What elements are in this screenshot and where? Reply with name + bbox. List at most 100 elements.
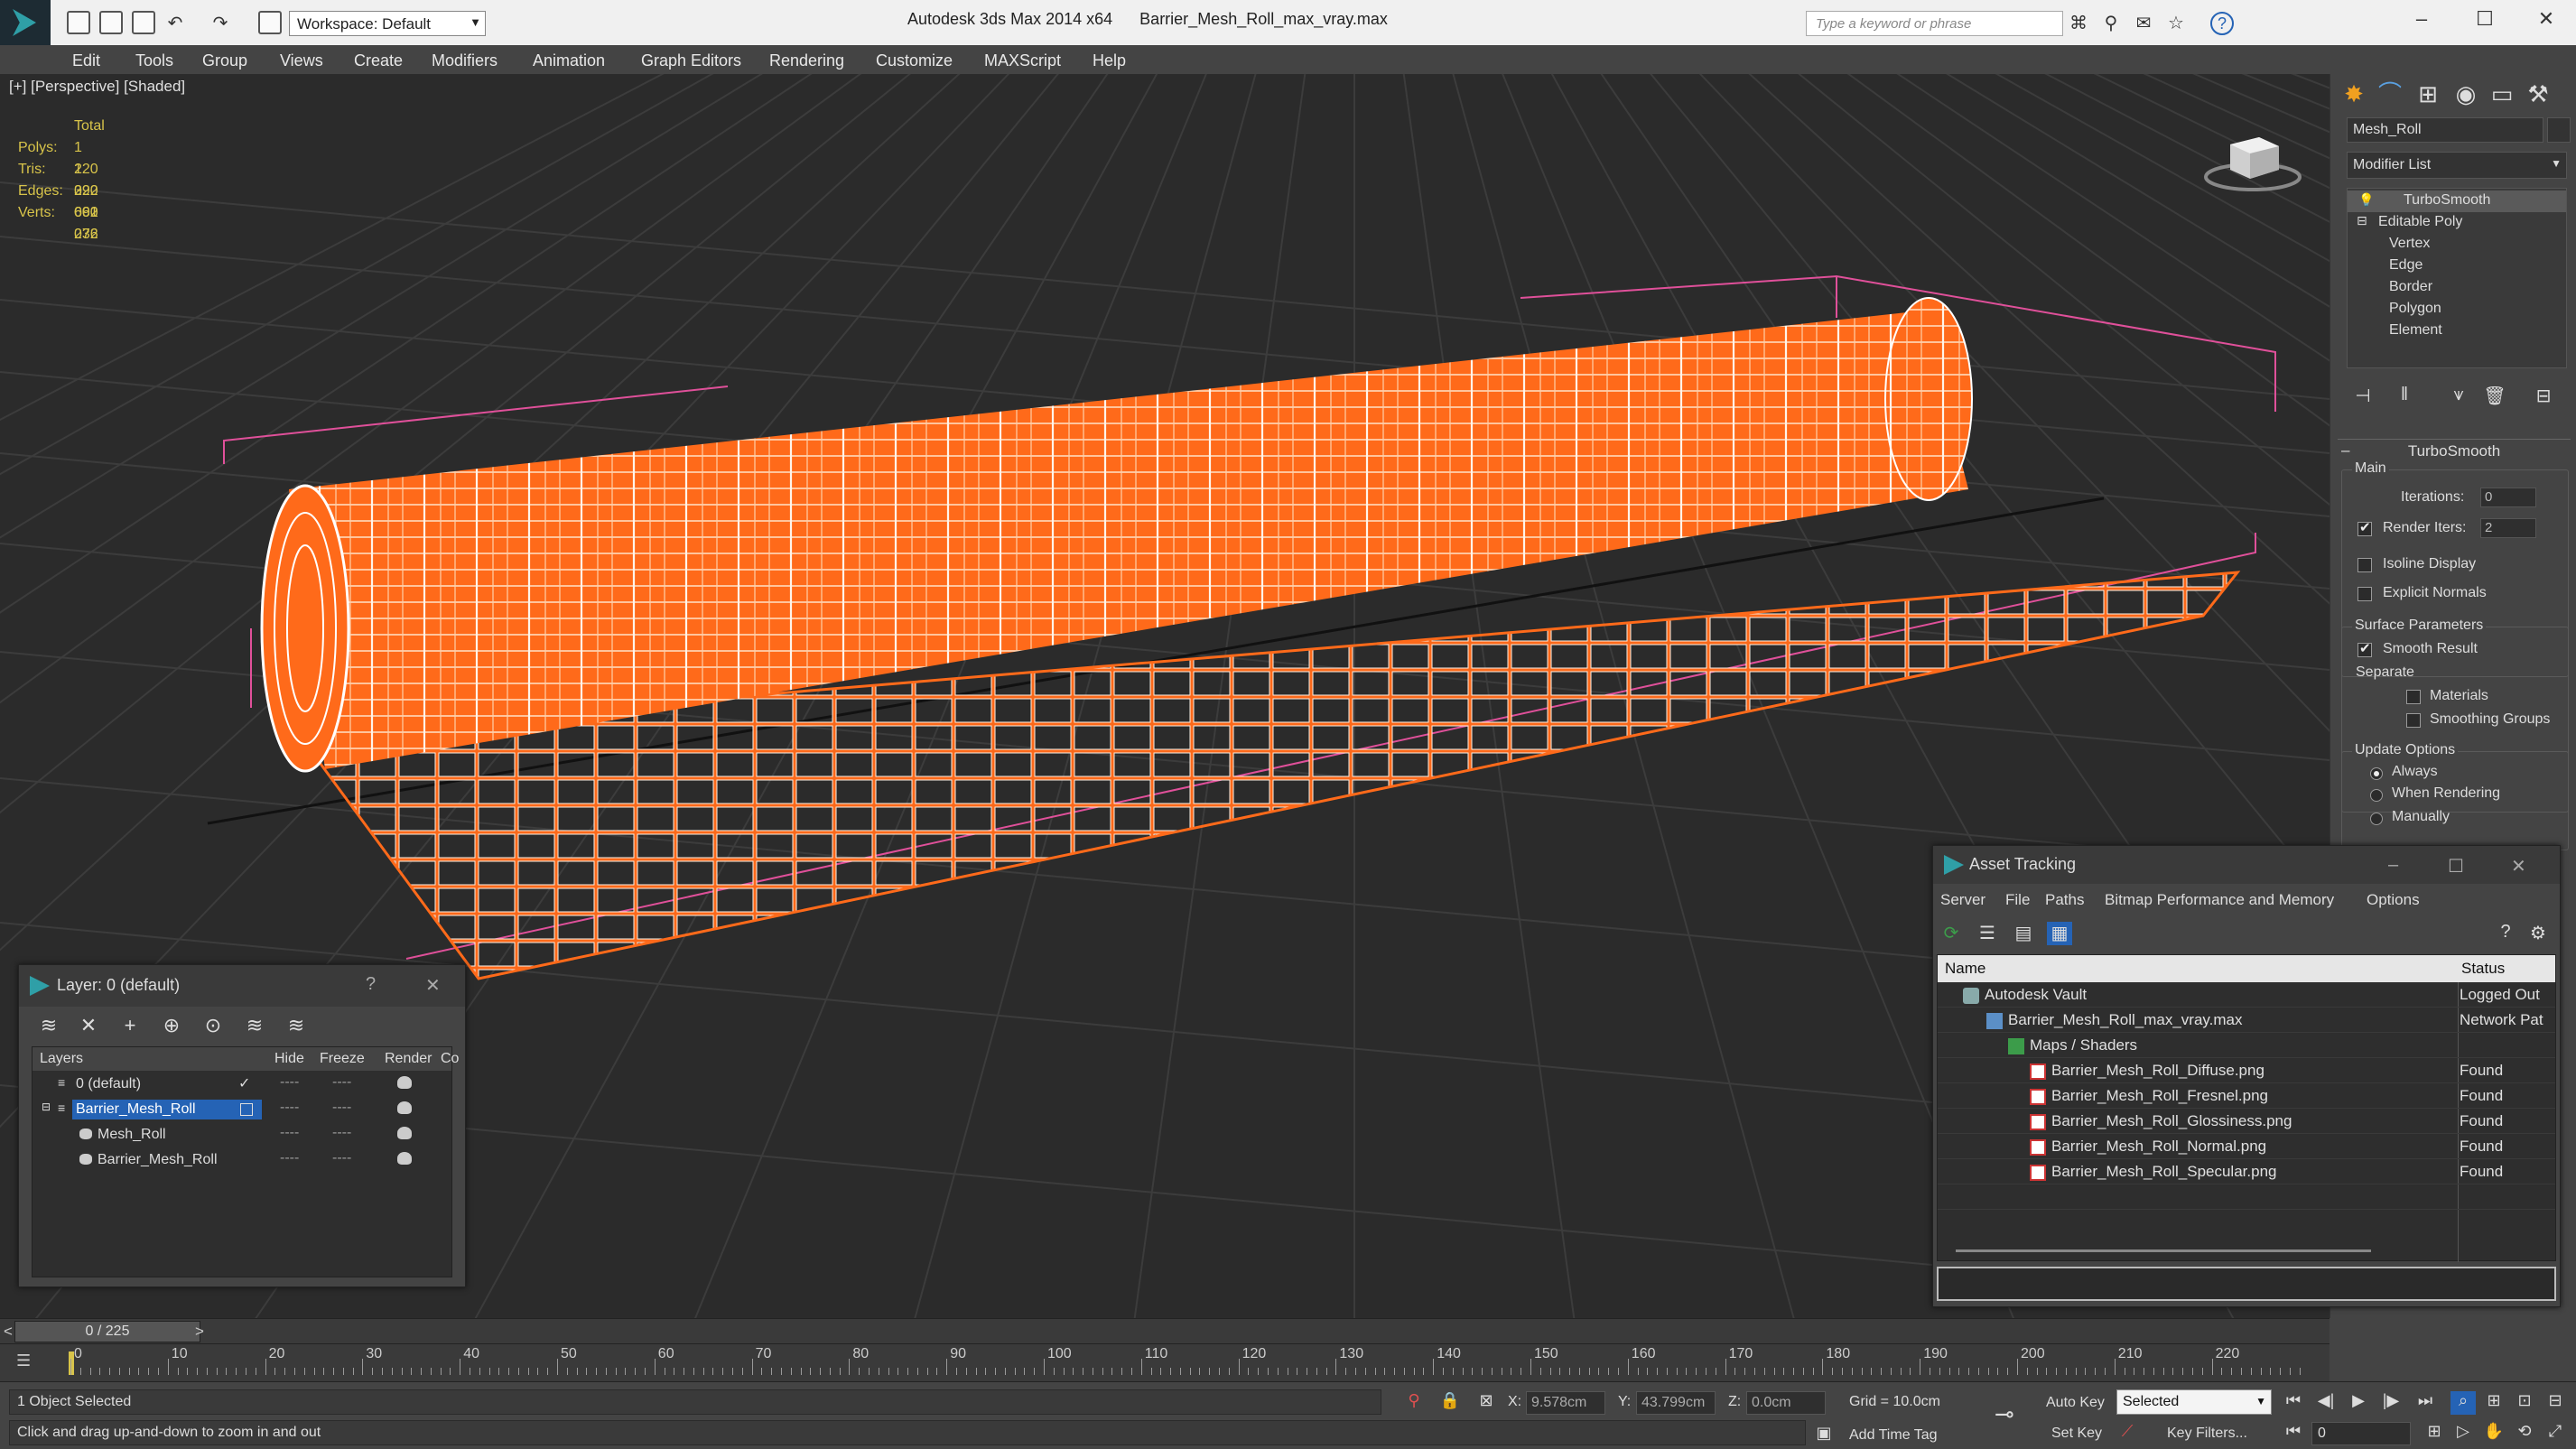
auto-key-button[interactable]: Auto Key <box>2046 1395 2105 1411</box>
menu-help[interactable]: Help <box>1093 51 1126 70</box>
absolute-mode-icon[interactable]: ⊠ <box>1475 1391 1497 1413</box>
object-name[interactable]: Barrier_Mesh_Roll <box>98 1152 218 1168</box>
asset-row[interactable]: Barrier_Mesh_Roll_Normal.png Found <box>1938 1134 2555 1159</box>
previous-frame-icon[interactable]: ◀| <box>2313 1391 2339 1415</box>
layer-name[interactable]: 0 (default) <box>76 1076 141 1092</box>
go-to-start-icon[interactable]: ⏮ <box>2281 1391 2306 1415</box>
minimize-button[interactable]: – <box>2404 7 2440 38</box>
next-frame-icon[interactable]: |▶ <box>2378 1391 2404 1415</box>
turbosmooth-rollout-header[interactable]: – TurboSmooth <box>2338 439 2571 462</box>
render-teapot-icon[interactable] <box>397 1076 412 1089</box>
asset-menu-options[interactable]: Options <box>2367 891 2420 909</box>
add-time-tag[interactable]: Add Time Tag <box>1849 1427 1938 1444</box>
freeze-toggle[interactable]: ---- <box>332 1150 351 1166</box>
x-coordinate-field[interactable]: 9.578cm <box>1526 1391 1605 1415</box>
stack-item-editable-poly[interactable]: ⊟ Editable Poly <box>2348 212 2566 234</box>
smoothing-groups-checkbox[interactable] <box>2406 713 2421 728</box>
search-input[interactable]: Type a keyword or phrase <box>1806 11 2063 36</box>
isoline-display-checkbox[interactable] <box>2357 558 2372 572</box>
selection-lock-icon[interactable]: 🔒 <box>1439 1391 1461 1413</box>
time-slider-thumb[interactable]: 0 / 225 <box>14 1321 200 1342</box>
layer-close-button[interactable]: ✕ <box>425 974 441 997</box>
help-icon[interactable]: ? <box>2210 12 2234 35</box>
asset-row[interactable]: Barrier_Mesh_Roll_Fresnel.png Found <box>1938 1083 2555 1109</box>
zoom-icon[interactable]: ⌕ <box>2450 1391 2476 1415</box>
viewcube-icon[interactable] <box>2203 117 2302 199</box>
key-set-dropdown[interactable]: Selected ▼ <box>2116 1389 2272 1415</box>
asset-menu-bitmap-performance[interactable]: Bitmap Performance and Memory <box>2105 891 2334 909</box>
viewport-label[interactable]: [+] [Perspective] [Shaded] <box>9 78 185 96</box>
stack-item-element[interactable]: Element <box>2348 320 2566 342</box>
asset-tracking-titlebar[interactable]: Asset Tracking – ☐ ✕ <box>1933 846 2560 884</box>
freeze-toggle[interactable]: ---- <box>332 1125 351 1141</box>
freeze-toggle[interactable]: ---- <box>332 1100 351 1116</box>
help-icon[interactable]: ? <box>2493 922 2518 945</box>
stack-item-edge[interactable]: Edge <box>2348 255 2566 277</box>
remove-modifier-icon[interactable]: 🗑 <box>2482 385 2507 410</box>
configure-modifier-sets-icon[interactable]: ⊟ <box>2531 385 2556 410</box>
save-file-icon[interactable] <box>132 11 155 34</box>
display-tab-icon[interactable]: ▭ <box>2484 78 2520 110</box>
explicit-normals-checkbox[interactable] <box>2357 587 2372 601</box>
isolate-selection-icon[interactable]: ⚲ <box>1403 1391 1425 1413</box>
layer-name[interactable]: Barrier_Mesh_Roll <box>72 1100 262 1119</box>
menu-group[interactable]: Group <box>202 51 247 70</box>
col-render[interactable]: Render <box>385 1051 432 1067</box>
current-frame-field[interactable]: 0 <box>2311 1422 2411 1445</box>
menu-customize[interactable]: Customize <box>876 51 953 70</box>
render-teapot-icon[interactable] <box>397 1152 412 1165</box>
menu-maxscript[interactable]: MAXScript <box>984 51 1061 70</box>
asset-path-field[interactable] <box>1937 1267 2556 1301</box>
pin-stack-icon[interactable]: ⊣ <box>2350 385 2376 410</box>
time-configuration-icon[interactable]: ⊞ <box>2422 1422 2447 1445</box>
communication-icon[interactable]: ✉ <box>2133 14 2154 33</box>
asset-menu-paths[interactable]: Paths <box>2045 891 2084 909</box>
layer-dialog-titlebar[interactable]: Layer: 0 (default) ? ✕ <box>19 965 465 1007</box>
orbit-icon[interactable]: ⟲ <box>2512 1422 2537 1445</box>
table-view-icon[interactable]: ▦ <box>2047 922 2072 945</box>
redo-icon[interactable]: ↷ <box>209 14 231 33</box>
render-teapot-icon[interactable] <box>397 1101 412 1114</box>
layer-row[interactable]: Mesh_Roll ---- ---- <box>33 1123 451 1148</box>
default-in-out-tangent-icon[interactable]: ⟋ <box>2116 1422 2138 1444</box>
col-color[interactable]: Co <box>441 1051 459 1067</box>
layer-help-button[interactable]: ? <box>366 974 376 995</box>
hide-toggle[interactable]: ---- <box>280 1074 299 1091</box>
z-coordinate-field[interactable]: 0.0cm <box>1746 1391 1826 1415</box>
menu-rendering[interactable]: Rendering <box>769 51 844 70</box>
play-icon[interactable]: ▶ <box>2346 1391 2371 1415</box>
stack-item-turbosmooth[interactable]: 💡 TurboSmooth <box>2348 190 2566 212</box>
freeze-toggle[interactable]: ---- <box>332 1074 351 1091</box>
stack-item-vertex[interactable]: Vertex <box>2348 234 2566 255</box>
maximize-viewport-icon[interactable]: ⤢ <box>2543 1422 2568 1445</box>
close-button[interactable]: ✕ <box>2528 7 2564 38</box>
show-end-result-icon[interactable]: ‖ <box>2392 385 2417 410</box>
render-teapot-icon[interactable] <box>397 1127 412 1139</box>
detail-view-icon[interactable]: ▤ <box>2011 922 2036 945</box>
new-file-icon[interactable] <box>67 11 90 34</box>
render-iters-checkbox[interactable] <box>2357 519 2372 536</box>
asset-row[interactable]: Maps / Shaders <box>1938 1033 2555 1058</box>
asset-row[interactable]: Autodesk Vault Logged Out <box>1938 982 2555 1008</box>
layers-icon[interactable]: ≋ <box>35 1014 62 1037</box>
stack-item-border[interactable]: Border <box>2348 277 2566 299</box>
col-name[interactable]: Name <box>1945 960 1985 978</box>
favorites-star-icon[interactable]: ☆ <box>2165 14 2187 33</box>
add-selection-to-layer-icon[interactable]: ⊕ <box>158 1014 185 1037</box>
project-folder-icon[interactable] <box>258 11 282 34</box>
smooth-result-checkbox[interactable] <box>2357 640 2372 657</box>
select-objects-in-layer-icon[interactable]: ⊙ <box>200 1014 227 1037</box>
layer-row[interactable]: Barrier_Mesh_Roll ---- ---- <box>33 1148 451 1174</box>
go-to-end-icon[interactable]: ⏭ <box>2413 1391 2438 1415</box>
lightbulb-icon[interactable]: 💡 <box>2358 192 2374 208</box>
update-manually-radio[interactable] <box>2370 813 2383 825</box>
iterations-spinner[interactable]: 0 <box>2480 488 2536 507</box>
zoom-extents-icon[interactable]: ⊡ <box>2512 1391 2537 1415</box>
prev-frame-icon[interactable]: < <box>4 1323 13 1341</box>
col-layers[interactable]: Layers <box>40 1051 83 1067</box>
next-frame-icon[interactable]: > <box>195 1323 204 1341</box>
time-slider[interactable]: < 0 / 225 > <box>0 1318 2330 1343</box>
hierarchy-tab-icon[interactable]: ⊞ <box>2410 78 2446 110</box>
object-color-swatch[interactable] <box>2547 117 2571 143</box>
menu-modifiers[interactable]: Modifiers <box>432 51 498 70</box>
